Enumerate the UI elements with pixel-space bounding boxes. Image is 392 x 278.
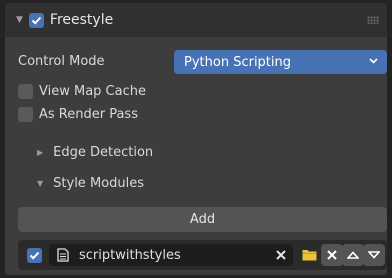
- open-file-button[interactable]: [298, 244, 320, 266]
- remove-module-button[interactable]: [321, 244, 343, 266]
- subpanel-label: Style Modules: [53, 175, 144, 191]
- move-down-icon: [368, 251, 380, 259]
- drag-grip-icon[interactable]: [367, 16, 379, 24]
- move-down-button[interactable]: [363, 244, 385, 266]
- move-up-button[interactable]: [342, 244, 364, 266]
- chevron-down-icon: [369, 58, 378, 64]
- subpanel-label: Edge Detection: [53, 144, 154, 160]
- text-document-icon: [57, 248, 69, 262]
- panel-title: Freestyle: [49, 12, 114, 28]
- as-render-pass-label: As Render Pass: [39, 106, 138, 122]
- checkmark-icon: [29, 251, 40, 260]
- freestyle-enable-checkbox[interactable]: [28, 12, 44, 28]
- freestyle-panel: ▼ Freestyle Control Mode Python Scriptin…: [5, 3, 387, 275]
- module-file-field[interactable]: scriptwithstyles: [49, 244, 293, 266]
- collapse-triangle-icon[interactable]: ▼: [16, 15, 23, 25]
- delete-x-icon: [327, 250, 337, 260]
- control-mode-value: Python Scripting: [184, 54, 292, 70]
- control-mode-dropdown[interactable]: Python Scripting: [174, 50, 387, 74]
- style-module-item: scriptwithstyles: [18, 240, 387, 270]
- panel-header[interactable]: ▼ Freestyle: [5, 3, 387, 37]
- folder-icon: [302, 250, 316, 261]
- add-module-button[interactable]: Add: [18, 207, 387, 232]
- collapse-triangle-icon: ▼: [37, 178, 44, 188]
- move-up-icon: [347, 251, 359, 259]
- view-map-cache-checkbox[interactable]: [18, 83, 33, 99]
- as-render-pass-option[interactable]: As Render Pass: [18, 105, 138, 123]
- module-filename: scriptwithstyles: [79, 247, 181, 263]
- checkmark-icon: [31, 16, 42, 25]
- view-map-cache-label: View Map Cache: [39, 83, 146, 99]
- expand-triangle-icon: ▶: [37, 147, 44, 157]
- module-enable-checkbox[interactable]: [27, 248, 42, 263]
- view-map-cache-option[interactable]: View Map Cache: [18, 82, 146, 100]
- clear-x-icon[interactable]: [275, 249, 287, 261]
- subpanel-edge-detection[interactable]: ▶ Edge Detection: [37, 142, 153, 162]
- control-mode-label: Control Mode: [18, 53, 105, 69]
- subpanel-style-modules[interactable]: ▼ Style Modules: [37, 173, 144, 193]
- as-render-pass-checkbox[interactable]: [18, 106, 33, 122]
